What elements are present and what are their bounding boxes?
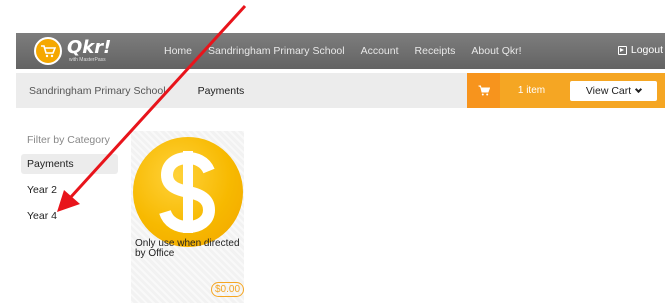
logout-label: Logout [630,44,663,56]
cart-logo-icon [34,37,62,65]
cart-count: 1 item [500,73,563,108]
filter-title: Filter by Category [27,134,110,146]
category-year-4[interactable]: Year 4 [21,206,118,226]
nav-account[interactable]: Account [361,45,399,57]
qkr-logo[interactable]: Qkr! with MasterPass [34,36,146,66]
price-badge: $0.00 [211,282,245,297]
product-name: Only use when directed by Office [135,238,240,259]
nav-receipts[interactable]: Receipts [415,45,456,57]
view-cart-label: View Cart [585,85,632,97]
category-label: Payments [27,158,74,170]
cart-icon [478,85,490,96]
top-nav-bar: Qkr! with MasterPass Home Sandringham Pr… [16,33,665,69]
category-label: Year 4 [27,210,57,222]
breadcrumb-bar: Sandringham Primary School Payments 1 it… [16,73,665,108]
breadcrumb-school[interactable]: Sandringham Primary School [29,85,166,97]
chevron-down-icon [635,85,643,94]
logout-link[interactable]: Logout [617,44,663,56]
nav-about[interactable]: About Qkr! [471,45,521,57]
logo-tagline: with MasterPass [69,57,106,63]
category-label: Year 2 [27,184,57,196]
main-nav: Home Sandringham Primary School Account … [164,45,538,57]
category-year-2[interactable]: Year 2 [21,180,118,200]
logo-name: Qkr! [67,37,112,58]
view-cart-button[interactable]: View Cart [570,81,657,101]
logout-icon [617,45,627,55]
dollar-coin-icon [133,137,243,247]
category-payments[interactable]: Payments [21,154,118,174]
cart-button[interactable] [467,73,500,108]
breadcrumb-page: Payments [197,84,245,97]
nav-home[interactable]: Home [164,45,192,57]
nav-school[interactable]: Sandringham Primary School [208,45,345,57]
product-card[interactable]: Only use when directed by Office $0.00 [131,131,245,303]
